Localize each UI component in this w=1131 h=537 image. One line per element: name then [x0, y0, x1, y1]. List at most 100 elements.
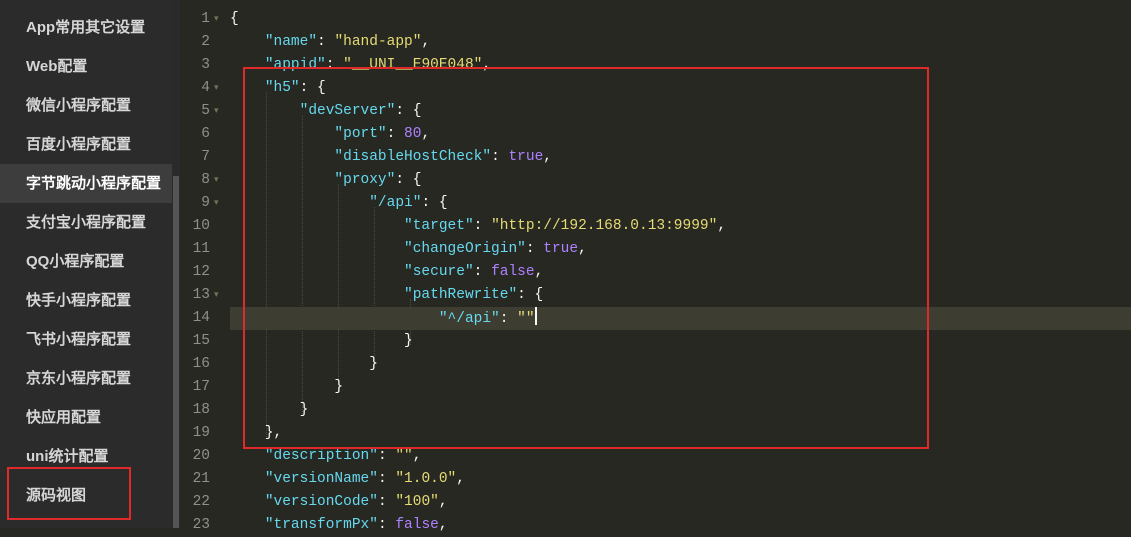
code-token: "target" — [404, 218, 474, 234]
settings-sidebar: App常用其它设置 Web配置 微信小程序配置 百度小程序配置 字节跳动小程序配置 支付宝… — [0, 0, 172, 528]
code-line[interactable]: 18 } — [180, 399, 1131, 422]
code-text: "appid": "__UNI__E90E048", — [230, 54, 491, 77]
code-token: : — [377, 494, 396, 510]
sidebar-item[interactable]: 快手小程序配置 — [0, 281, 172, 320]
code-text: "^/api": "" — [230, 307, 537, 331]
code-token: { — [230, 11, 239, 27]
sidebar-item[interactable]: 微信小程序配置 — [0, 86, 172, 125]
fold-arrow-icon[interactable]: ▾ — [214, 284, 224, 307]
code-line[interactable]: 11 "changeOrigin": true, — [180, 238, 1131, 261]
code-token: "" — [395, 448, 413, 464]
code-text: "h5": { — [230, 77, 326, 100]
code-line[interactable]: 5 ▾ "devServer": { — [180, 100, 1131, 123]
code-text: "devServer": { — [230, 100, 422, 123]
line-number: 14 — [192, 310, 210, 326]
code-line[interactable]: 21 "versionName": "1.0.0", — [180, 468, 1131, 491]
code-token: : — [491, 149, 509, 165]
code-token: , — [578, 241, 587, 257]
code-token: "appid" — [264, 57, 326, 73]
sidebar-item[interactable]: 快应用配置 — [0, 398, 172, 437]
code-line[interactable]: 1 ▾ { — [180, 8, 1131, 31]
code-line[interactable]: 16 } — [180, 353, 1131, 376]
code-text: "transformPx": false, — [230, 514, 448, 537]
code-line[interactable]: 12 "secure": false, — [180, 261, 1131, 284]
code-line[interactable]: 15 } — [180, 330, 1131, 353]
code-token: } — [230, 333, 413, 349]
code-text: "versionCode": "100", — [230, 491, 448, 514]
sidebar-item[interactable]: 源码视图 — [0, 476, 172, 515]
sidebar-item[interactable]: 飞书小程序配置 — [0, 320, 172, 359]
line-number: 2 — [201, 34, 210, 50]
line-number: 18 — [192, 402, 210, 418]
code-line[interactable]: 9 ▾ "/api": { — [180, 192, 1131, 215]
code-line[interactable]: 17 } — [180, 376, 1131, 399]
line-number: 7 — [201, 149, 210, 165]
sidebar-item[interactable]: 百度小程序配置 — [0, 125, 172, 164]
line-number: 16 — [192, 356, 210, 372]
code-line[interactable]: 3 "appid": "__UNI__E90E048", — [180, 54, 1131, 77]
code-text: "target": "http://192.168.0.13:9999", — [230, 215, 726, 238]
code-token: "proxy" — [334, 172, 396, 188]
sidebar-item[interactable]: uni统计配置 — [0, 437, 172, 476]
code-line[interactable]: 4 ▾ "h5": { — [180, 77, 1131, 100]
code-line[interactable]: 14 "^/api": "" — [193, 307, 1131, 331]
code-line[interactable]: 19 }, — [180, 422, 1131, 445]
code-line[interactable]: 6 "port": 80, — [180, 123, 1131, 146]
code-line[interactable]: 8 ▾ "proxy": { — [180, 169, 1131, 192]
sidebar-item[interactable]: App常用其它设置 — [0, 8, 172, 47]
code-token: , — [717, 218, 727, 234]
sidebar-item[interactable]: 字节跳动小程序配置 — [0, 164, 172, 203]
code-text: "changeOrigin": true, — [230, 238, 587, 261]
line-number: 13 — [192, 287, 210, 303]
code-token: , — [438, 517, 448, 533]
code-token: } — [230, 402, 309, 418]
code-text: } — [230, 330, 413, 353]
code-line[interactable]: 22 "versionCode": "100", — [180, 491, 1131, 514]
code-editor[interactable]: 1 ▾{2 "name": "hand-app", 3 "appid": "__UN… — [180, 0, 1131, 533]
code-token: "1.0.0" — [395, 471, 457, 487]
code-token: "http://192.168.0.13:9999" — [491, 218, 718, 234]
code-line[interactable]: 20 "description": "", — [180, 445, 1131, 468]
code-token: : — [499, 311, 518, 327]
fold-arrow-icon[interactable]: ▾ — [214, 100, 224, 123]
fold-arrow-icon[interactable]: ▾ — [214, 77, 224, 100]
code-token: "versionName" — [264, 471, 378, 487]
code-token: "^/api" — [438, 311, 500, 327]
code-line[interactable]: 13 ▾ "pathRewrite": { — [180, 284, 1131, 307]
code-line[interactable]: 23 "transformPx": false, — [180, 514, 1131, 537]
sidebar-scrollbar[interactable] — [172, 0, 180, 528]
code-text: } — [230, 353, 378, 376]
code-line[interactable]: 10 "target": "http://192.168.0.13:9999", — [180, 215, 1131, 238]
code-line[interactable]: 2 "name": "hand-app", — [180, 31, 1131, 54]
code-token: : — [473, 264, 492, 280]
sidebar-item[interactable]: QQ小程序配置 — [0, 242, 172, 281]
code-text: "/api": { — [230, 192, 447, 215]
line-number: 3 — [201, 57, 210, 73]
code-line[interactable]: 7 "disableHostCheck": true, — [180, 146, 1131, 169]
code-token: "disableHostCheck" — [334, 149, 492, 165]
line-number: 20 — [192, 448, 210, 464]
code-text: "proxy": { — [230, 169, 421, 192]
sidebar-item[interactable]: 支付宝小程序配置 — [0, 203, 172, 242]
sidebar-item[interactable]: 京东小程序配置 — [0, 359, 172, 398]
sidebar-item[interactable]: Web配置 — [0, 47, 172, 86]
code-text: "port": 80, — [230, 123, 430, 146]
code-token: } — [230, 356, 378, 372]
fold-arrow-icon[interactable]: ▾ — [214, 169, 224, 192]
text-cursor — [534, 307, 537, 325]
sidebar-scrollbar-thumb[interactable] — [173, 176, 179, 528]
fold-arrow-icon[interactable]: ▾ — [214, 8, 224, 31]
code-token: "pathRewrite" — [404, 287, 518, 303]
fold-arrow-icon[interactable]: ▾ — [214, 192, 224, 215]
code-text: } — [230, 399, 309, 422]
code-text: "secure": false, — [230, 261, 543, 284]
